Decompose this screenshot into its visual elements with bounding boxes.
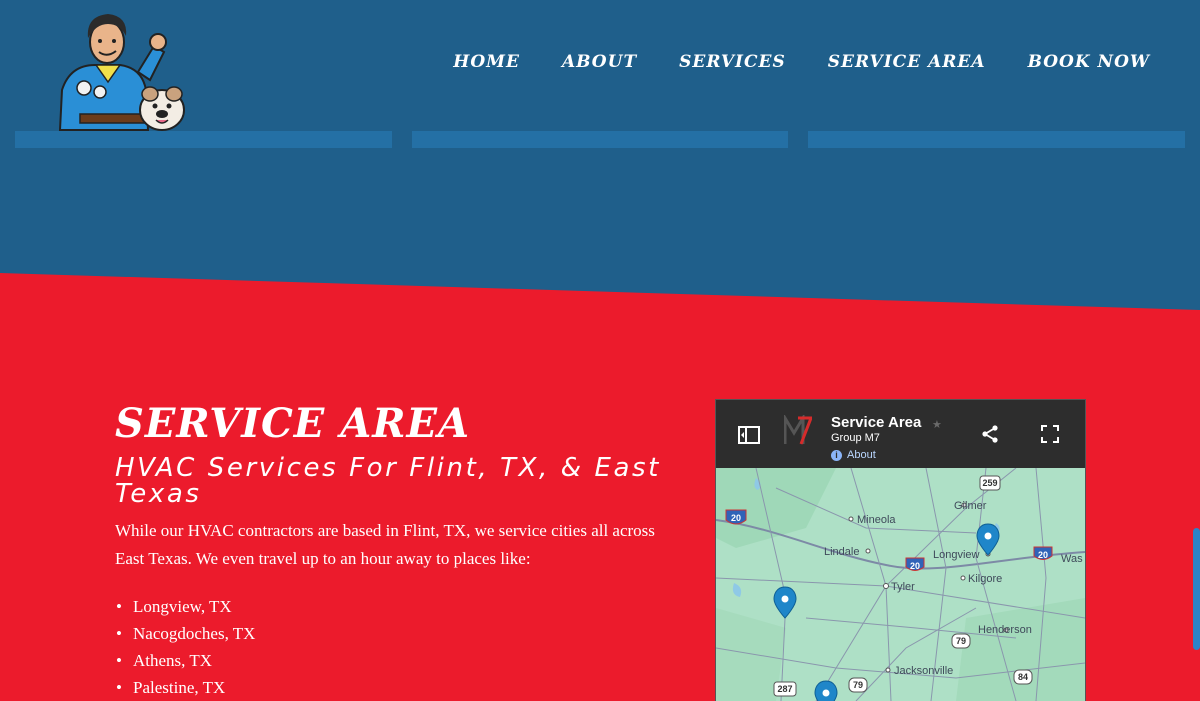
scrollbar-thumb[interactable] — [1193, 528, 1200, 650]
svg-text:259: 259 — [982, 478, 997, 488]
town-label: Longview — [933, 549, 980, 561]
svg-text:20: 20 — [731, 513, 741, 523]
section-subtitle: HVAC Services For Flint, TX, & East Texa… — [115, 453, 661, 509]
town-label: Henderson — [978, 624, 1032, 636]
list-item: Athens, TX — [116, 647, 685, 674]
mascot-logo-icon — [58, 14, 185, 131]
town-label: Gilmer — [954, 500, 987, 512]
map-pin-icon[interactable] — [814, 680, 838, 701]
town-label: Kilgore — [968, 573, 1002, 585]
nav-service-area[interactable]: SERVICE AREA — [828, 52, 986, 72]
intro-paragraph: While our HVAC contractors are based in … — [115, 521, 655, 568]
svg-text:20: 20 — [910, 561, 920, 571]
nav-home[interactable]: HOME — [453, 52, 520, 72]
town-label: Tyler — [891, 581, 915, 593]
svg-text:20: 20 — [1038, 550, 1048, 560]
header-strip-left — [15, 131, 392, 148]
highway-shield: 259 — [979, 475, 1001, 491]
info-icon: i — [831, 449, 842, 461]
highway-shield: 79 — [951, 633, 971, 649]
interstate-shield: 20 — [725, 509, 747, 525]
nav-book-now[interactable]: BOOK NOW — [1028, 52, 1150, 72]
map-header: Service Area ★ Group M7 i About — [716, 400, 1085, 468]
embedded-map[interactable]: Service Area ★ Group M7 i About Gilmer M… — [715, 399, 1086, 701]
map-title: Service Area — [831, 414, 922, 431]
map-about-label: About — [847, 449, 876, 461]
highway-shield: 287 — [773, 681, 797, 697]
nav-services[interactable]: SERVICES — [679, 52, 786, 72]
highway-shield: 84 — [1013, 669, 1033, 685]
header-strip-right — [808, 131, 1185, 148]
service-area-section: SERVICE AREA HVAC Services For Flint, TX… — [115, 400, 685, 701]
svg-text:287: 287 — [777, 684, 792, 694]
svg-text:79: 79 — [956, 636, 966, 646]
places-list: Longview, TX Nacogdoches, TX Athens, TX … — [115, 593, 685, 701]
share-icon[interactable] — [981, 425, 999, 443]
town-label: Mineola — [857, 514, 896, 526]
fullscreen-icon[interactable] — [1041, 425, 1059, 443]
side-panel-icon[interactable] — [738, 426, 760, 444]
list-item: Palestine, TX — [116, 674, 685, 701]
svg-text:84: 84 — [1018, 672, 1028, 682]
section-title: SERVICE AREA — [115, 400, 470, 447]
town-label: Was — [1061, 553, 1083, 565]
header-strip-middle — [412, 131, 788, 148]
map-owner: Group M7 — [831, 432, 880, 444]
map-canvas[interactable]: Gilmer Mineola Lindale Longview Was Tyle… — [716, 468, 1085, 701]
interstate-shield: 20 — [1033, 546, 1053, 560]
town-label: Lindale — [824, 546, 859, 558]
highway-shield: 79 — [848, 677, 868, 693]
star-icon[interactable]: ★ — [932, 418, 942, 431]
main-navigation: HOME ABOUT SERVICES SERVICE AREA BOOK NO… — [453, 52, 1150, 72]
interstate-shield: 20 — [905, 557, 925, 571]
list-item: Longview, TX — [116, 593, 685, 620]
nav-about[interactable]: ABOUT — [562, 52, 637, 72]
m7-logo — [784, 415, 812, 445]
site-logo[interactable] — [50, 10, 190, 132]
town-label: Jacksonville — [894, 665, 953, 677]
list-item: Nacogdoches, TX — [116, 620, 685, 647]
map-about-link[interactable]: i About — [831, 449, 876, 461]
svg-text:79: 79 — [853, 680, 863, 690]
